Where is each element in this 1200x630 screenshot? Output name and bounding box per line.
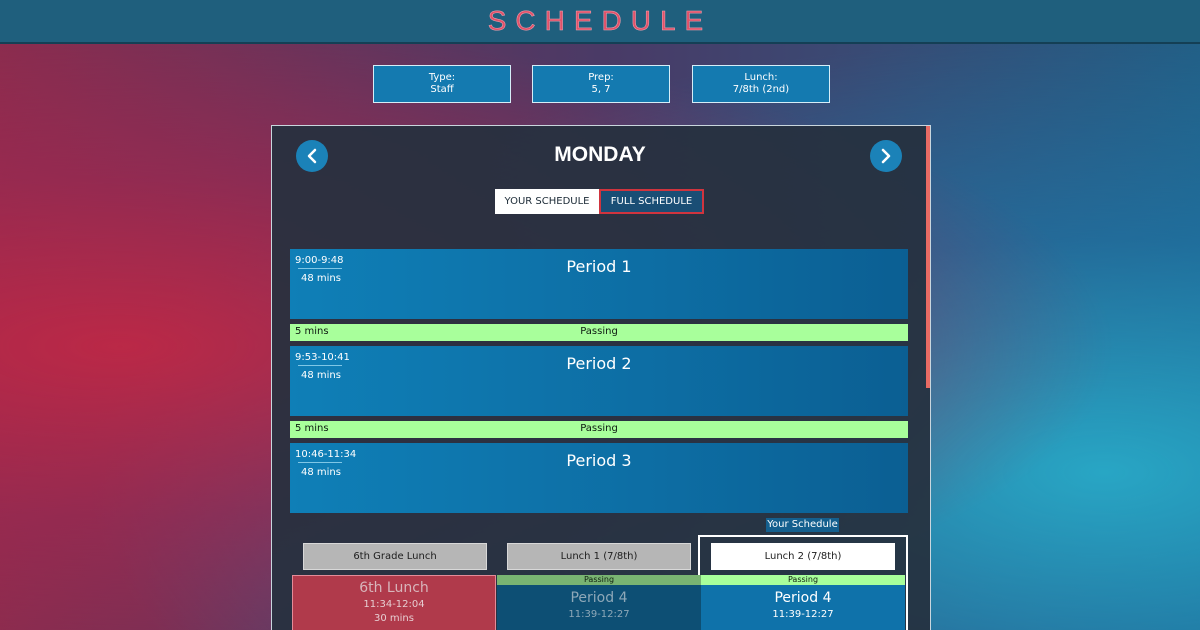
period-name: Period 2 [566, 354, 632, 373]
type-value: Staff [430, 84, 454, 95]
period-block-1[interactable]: 9:00-9:48 48 mins Period 1 [290, 249, 908, 319]
lunch-label: Lunch: [744, 72, 778, 83]
your-schedule-toggle[interactable]: YOUR SCHEDULE [495, 189, 599, 214]
header-bar: SCHEDULE [0, 0, 1200, 44]
page-title: SCHEDULE [487, 5, 713, 37]
tab-lunch-1[interactable]: Lunch 1 (7/8th) [507, 543, 691, 570]
chevron-left-icon [307, 148, 317, 164]
period-block-3[interactable]: 10:46-11:34 48 mins Period 3 [290, 443, 908, 513]
period-time: 11:39-12:27 [772, 609, 834, 620]
passing-strip: Passing [701, 575, 905, 585]
period-name: Period 4 [774, 590, 832, 606]
prep-value: 5, 7 [591, 84, 611, 95]
passing-label: Passing [580, 326, 618, 337]
prep-info-box: Prep: 5, 7 [532, 65, 670, 103]
sixth-lunch-block[interactable]: 6th Lunch 11:34-12:04 30 mins [292, 575, 496, 630]
prep-label: Prep: [588, 72, 614, 83]
passing-strip: Passing [497, 575, 701, 585]
passing-label: Passing [580, 423, 618, 434]
lunch-info-box: Lunch: 7/8th (2nd) [692, 65, 830, 103]
lunch-1-period-block[interactable]: Passing Period 4 11:39-12:27 [497, 575, 701, 630]
passing-row-1: 5 mins Passing [290, 324, 908, 341]
passing-row-2: 5 mins Passing [290, 421, 908, 438]
next-day-button[interactable] [870, 140, 902, 172]
tab-6th-grade-lunch[interactable]: 6th Grade Lunch [303, 543, 487, 570]
lunch-time: 11:34-12:04 [363, 599, 425, 610]
period-time: 11:39-12:27 [568, 609, 630, 620]
type-label: Type: [428, 72, 456, 83]
period-name: Period 4 [570, 590, 628, 606]
panel-scrollbar[interactable] [926, 126, 930, 388]
chevron-right-icon [881, 148, 891, 164]
full-schedule-toggle[interactable]: FULL SCHEDULE [599, 189, 704, 214]
lunch-2-period-block[interactable]: Passing Period 4 11:39-12:27 [701, 575, 905, 630]
tab-lunch-2[interactable]: Lunch 2 (7/8th) [711, 543, 895, 570]
period-block-2[interactable]: 9:53-10:41 48 mins Period 2 [290, 346, 908, 416]
type-info-box: Type: Staff [373, 65, 511, 103]
lunch-value: 7/8th (2nd) [732, 84, 790, 95]
period-name: Period 1 [566, 257, 632, 276]
day-title: MONDAY [554, 143, 646, 166]
lunch-duration: 30 mins [374, 613, 414, 624]
previous-day-button[interactable] [296, 140, 328, 172]
lunch-name: 6th Lunch [359, 580, 429, 596]
period-name: Period 3 [566, 451, 632, 470]
your-schedule-badge: Your Schedule [766, 518, 839, 532]
